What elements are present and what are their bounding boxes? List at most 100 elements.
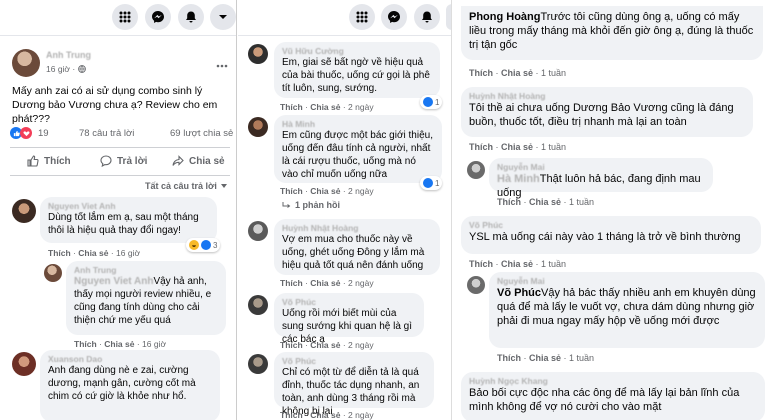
- account-menu-button[interactable]: [446, 4, 451, 30]
- comment-like-link[interactable]: Thích: [48, 248, 71, 258]
- comment-share-link[interactable]: Chia sẻ: [529, 197, 561, 207]
- comment-time: 2 ngày: [348, 278, 374, 288]
- commenter-name[interactable]: Nguyễn Mai: [497, 162, 705, 172]
- comment-button[interactable]: Trả lời: [100, 155, 147, 167]
- commenter-name[interactable]: Huỳnh Nhật Hoàng: [469, 91, 745, 101]
- comment-meta: Thích · Chia sẻ · 2 ngày: [280, 410, 374, 420]
- more-icon: [216, 64, 228, 68]
- comment-share-link[interactable]: Chia sẻ: [310, 340, 340, 350]
- comment-meta: Thích · Chia sẻ · 1 tuần: [497, 197, 595, 207]
- menu-grid-button[interactable]: [349, 4, 375, 30]
- commenter-avatar[interactable]: [12, 352, 36, 376]
- comment-reactions[interactable]: 3: [186, 238, 221, 252]
- comment-text: Em cũng được một bác giới thiệu, uống đế…: [282, 130, 433, 180]
- comment-share-link[interactable]: Chia sẻ: [501, 259, 533, 269]
- comment-bubble: Võ Phúc YSL mà uống cái này vào 1 tháng …: [461, 216, 761, 254]
- messenger-button[interactable]: [145, 4, 171, 30]
- bell-icon: [422, 11, 432, 23]
- globe-icon: [78, 65, 87, 73]
- comment-bubble: Vũ Hữu Cường Em, giai sẽ bất ngờ về hiệu…: [274, 42, 440, 98]
- comment-share-link[interactable]: Chia sẻ: [310, 278, 340, 288]
- caret-down-icon: [219, 15, 227, 19]
- commenter-name[interactable]: Võ Phúc: [282, 297, 416, 307]
- commenter-avatar[interactable]: [44, 264, 62, 282]
- comment-like-link[interactable]: Thích: [469, 259, 493, 269]
- comments-count[interactable]: 78 câu trả lời: [79, 128, 134, 139]
- commenter-name[interactable]: Vũ Hữu Cường: [282, 46, 432, 56]
- mention-tag[interactable]: Võ Phúc: [497, 287, 541, 299]
- comment-text: Dùng tốt lắm em ạ, sau một tháng thôi là…: [48, 212, 199, 236]
- like-label: Thích: [44, 155, 71, 167]
- commenter-name[interactable]: Nguyễn Mai: [497, 276, 757, 286]
- commenter-name[interactable]: Anh Trung: [74, 265, 218, 275]
- shares-count[interactable]: 69 lượt chia sẻ: [170, 128, 233, 139]
- comment-like-link[interactable]: Thích: [74, 339, 97, 349]
- divider: [10, 147, 230, 148]
- post-author-name[interactable]: Anh Trung: [46, 50, 91, 60]
- commenter-name[interactable]: Võ Phúc: [282, 356, 426, 366]
- comment-reactions[interactable]: 1: [420, 176, 443, 190]
- sort-comments-dropdown[interactable]: Tất cả câu trả lời: [145, 181, 228, 191]
- menu-grid-button[interactable]: [112, 4, 138, 30]
- commenter-name[interactable]: Nguyen Viet Anh: [48, 201, 209, 211]
- comment-like-link[interactable]: Thích: [280, 410, 303, 420]
- comment-time: 1 tuần: [541, 142, 567, 152]
- comment-like-link[interactable]: Thích: [497, 197, 521, 207]
- share-button[interactable]: Chia sẻ: [172, 155, 225, 167]
- comment-like-link[interactable]: Thích: [280, 186, 303, 196]
- mention-tag[interactable]: Nguyen Viet Anh: [74, 276, 153, 287]
- comment-bubble: Hà Minh Em cũng được một bác giới thiệu,…: [274, 115, 442, 183]
- comment-share-link[interactable]: Chia sẻ: [310, 186, 340, 196]
- comment-like-link[interactable]: Thích: [280, 102, 303, 112]
- comment-meta: Thích · Chia sẻ · 16 giờ: [48, 248, 141, 258]
- messenger-button[interactable]: [381, 4, 407, 30]
- comment-like-link[interactable]: Thích: [280, 340, 303, 350]
- commenter-name[interactable]: Xuanson Dao: [48, 354, 212, 364]
- commenter-name[interactable]: Huỳnh Ngọc Khang: [469, 376, 757, 386]
- share-label: Chia sẻ: [189, 155, 225, 167]
- comment-share-link[interactable]: Chia sẻ: [104, 339, 134, 349]
- comment-share-link[interactable]: Chia sẻ: [310, 102, 340, 112]
- post-author-avatar[interactable]: [12, 49, 40, 77]
- comment-meta: Thích · Chia sẻ · 2 ngày: [280, 102, 374, 112]
- commenter-avatar[interactable]: [248, 44, 268, 64]
- comment-like-link[interactable]: Thích: [497, 353, 521, 363]
- comment-share-link[interactable]: Chia sẻ: [310, 410, 340, 420]
- commenter-avatar[interactable]: [248, 221, 268, 241]
- commenter-avatar[interactable]: [12, 199, 36, 223]
- commenter-name[interactable]: Hà Minh: [282, 119, 434, 129]
- replies-count: 1 phản hồi: [295, 200, 340, 210]
- post-reactions[interactable]: 19: [10, 127, 49, 139]
- comment-like-link[interactable]: Thích: [280, 278, 303, 288]
- post-more-button[interactable]: [216, 55, 228, 73]
- commenter-name[interactable]: Phong Hoàng: [469, 11, 541, 23]
- comment-like-link[interactable]: Thích: [469, 68, 493, 78]
- view-replies-link[interactable]: 1 phản hồi: [282, 200, 340, 210]
- commenter-avatar[interactable]: [467, 276, 485, 294]
- notifications-button[interactable]: [178, 4, 204, 30]
- like-icon: [27, 155, 39, 167]
- comment-time: 2 ngày: [348, 102, 374, 112]
- comment-share-link[interactable]: Chia sẻ: [501, 142, 533, 152]
- comment-share-link[interactable]: Chia sẻ: [501, 68, 533, 78]
- like-button[interactable]: Thích: [27, 155, 71, 167]
- comment-bubble: Phong HoàngTrước tôi cũng dùng ông ạ, uố…: [461, 6, 763, 60]
- commenter-avatar[interactable]: [467, 161, 485, 179]
- notifications-button[interactable]: [414, 4, 440, 30]
- commenter-name[interactable]: Võ Phúc: [469, 220, 753, 230]
- like-reaction-icon: [201, 240, 211, 250]
- reply-bubble: Nguyễn Mai Võ PhúcVậy hả bác thấy nhiều …: [489, 272, 765, 348]
- comment-meta: Thích · Chia sẻ · 16 giờ: [74, 339, 167, 349]
- mention-tag[interactable]: Hà Minh: [497, 173, 540, 185]
- comment-like-link[interactable]: Thích: [469, 142, 493, 152]
- comment-reactions[interactable]: 1: [420, 95, 443, 109]
- comment-share-link[interactable]: Chia sẻ: [529, 353, 561, 363]
- comment-share-link[interactable]: Chia sẻ: [78, 248, 108, 258]
- commenter-name[interactable]: Huỳnh Nhật Hoàng: [282, 223, 432, 233]
- commenter-avatar[interactable]: [248, 117, 268, 137]
- commenter-avatar[interactable]: [248, 295, 268, 315]
- account-menu-button[interactable]: [210, 4, 236, 30]
- commenter-avatar[interactable]: [248, 354, 268, 374]
- comment-text: Vợ em mua cho thuốc này về uống, ghét uố…: [282, 234, 425, 271]
- comment-bubble: Nguyen Viet Anh Dùng tốt lắm em ạ, sau m…: [40, 197, 217, 243]
